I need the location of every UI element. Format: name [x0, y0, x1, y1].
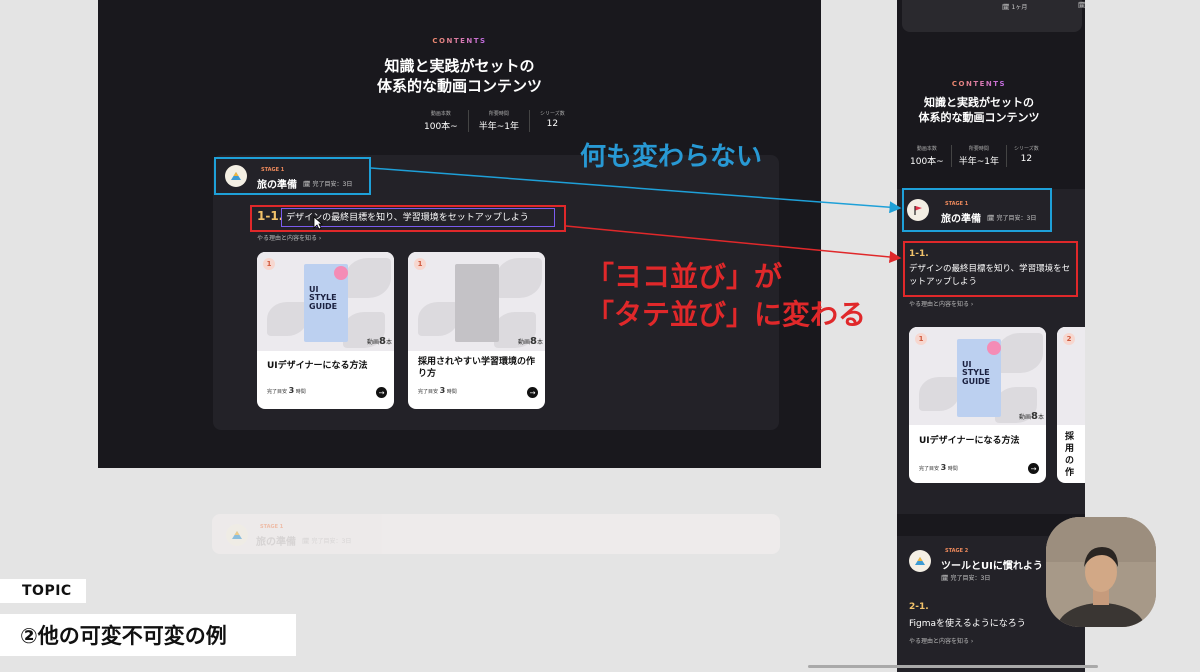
- presenter-avatar: [1046, 517, 1156, 627]
- annotation-arrows: [370, 167, 902, 263]
- scrollbar[interactable]: [808, 665, 1098, 668]
- webcam-video: [1046, 517, 1156, 627]
- topic-title: ②他の可変不可変の例: [0, 614, 296, 656]
- annotation-changes: 「ヨコ並び」が 「タテ並び」に変わる: [586, 260, 867, 331]
- topic-badge: TOPIC: [0, 579, 86, 603]
- annotation-unchanged: 何も変わらない: [580, 142, 763, 172]
